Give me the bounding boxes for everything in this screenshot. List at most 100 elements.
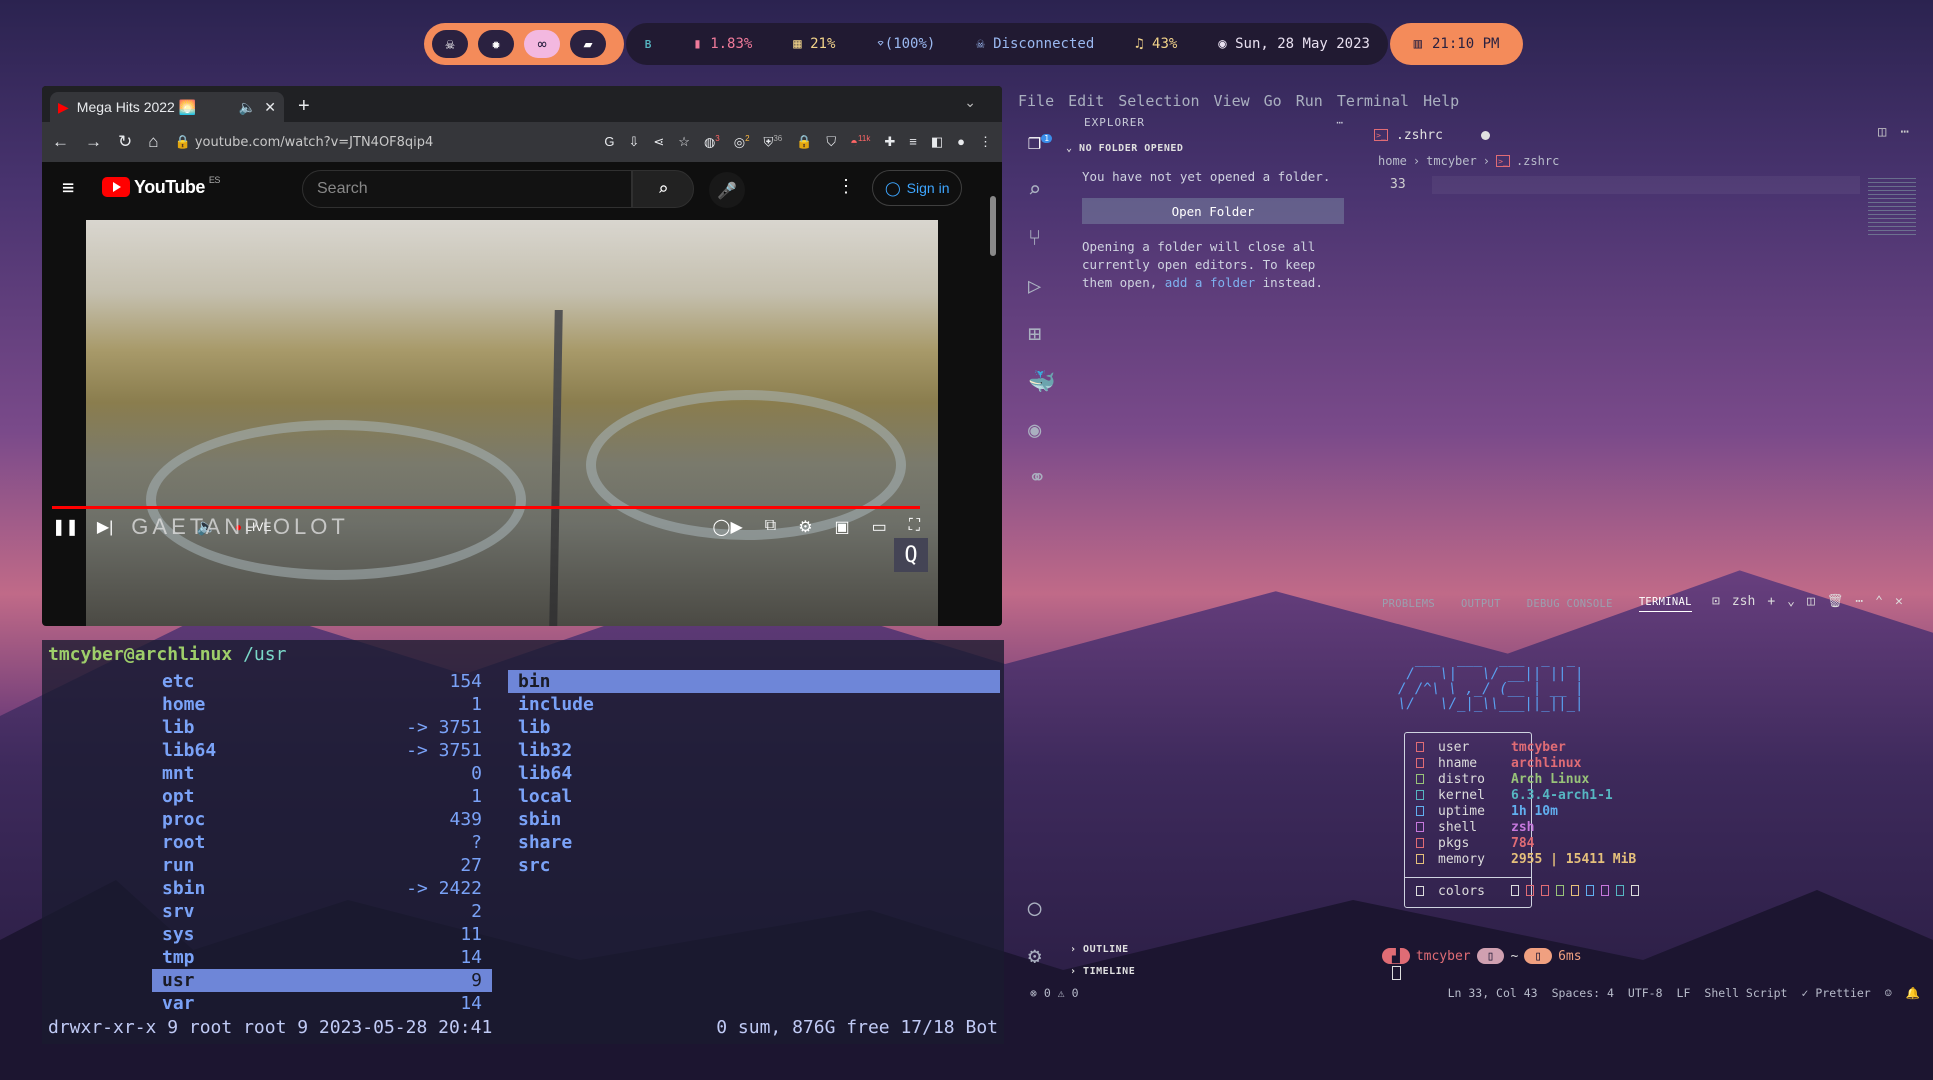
terminal-dropdown-icon[interactable]: ⌄: [1787, 594, 1795, 609]
ranger-dir-entry[interactable]: usr 9: [152, 969, 492, 992]
menu-item-terminal[interactable]: Terminal: [1337, 92, 1409, 110]
menu-item-run[interactable]: Run: [1296, 92, 1323, 110]
search-icon[interactable]: ⌕: [1028, 178, 1041, 203]
ranger-preview-entry[interactable]: bin: [508, 670, 1000, 693]
encoding[interactable]: UTF-8: [1628, 986, 1663, 1000]
editor-tab-zshrc[interactable]: >_ .zshrc: [1364, 128, 1500, 143]
ranger-dir-entry[interactable]: mnt 0: [152, 762, 492, 785]
menu-item-edit[interactable]: Edit: [1068, 92, 1104, 110]
autoplay-toggle-icon[interactable]: ◯▶: [713, 517, 743, 537]
breadcrumb-home[interactable]: home: [1378, 154, 1407, 168]
extension-2-icon[interactable]: ◎2: [734, 134, 750, 150]
split-editor-icon[interactable]: ◫: [1878, 124, 1886, 140]
unsaved-dot-icon[interactable]: [1480, 130, 1490, 140]
timeline-section[interactable]: › TIMELINE: [1070, 966, 1135, 977]
video-progress-bar[interactable]: [52, 506, 920, 509]
bluetooth-icon[interactable]: ʙ: [644, 36, 652, 52]
notifications-bell-icon[interactable]: 🔔: [1906, 986, 1920, 1000]
ranger-preview-entry[interactable]: lib32: [508, 739, 1000, 762]
extension-4-icon[interactable]: ◓11k: [850, 134, 870, 150]
breadcrumb-user[interactable]: tmcyber: [1426, 154, 1477, 168]
bookmark-star-icon[interactable]: ☆: [678, 134, 690, 150]
wifi-status[interactable]: ⌔(100%): [876, 36, 935, 52]
browser-tab[interactable]: ▶ Mega Hits 2022 🌅 🔈 ✕: [50, 92, 284, 122]
ranger-preview-entry[interactable]: sbin: [508, 808, 1000, 831]
files-icon[interactable]: ❐ 1: [1028, 130, 1053, 155]
panel-tab-terminal[interactable]: TERMINAL: [1638, 596, 1692, 612]
panel-tab-problems[interactable]: PROBLEMS: [1382, 598, 1435, 610]
share-icon[interactable]: ⋖: [653, 134, 664, 150]
minimap[interactable]: [1868, 178, 1916, 238]
ranger-dir-entry[interactable]: var 14: [152, 992, 492, 1015]
settings-dots-icon[interactable]: ⋮: [837, 176, 855, 197]
github-icon[interactable]: ◉: [1028, 418, 1041, 443]
ranger-dir-entry[interactable]: tmp 14: [152, 946, 492, 969]
language-mode[interactable]: Shell Script: [1704, 986, 1787, 1000]
workspace-3[interactable]: ∞: [524, 30, 560, 58]
shield-icon[interactable]: ⛉: [826, 134, 836, 150]
hamburger-menu-icon[interactable]: ≡: [62, 175, 74, 199]
reload-icon[interactable]: ↻: [118, 132, 132, 152]
account-icon[interactable]: ◯: [1028, 896, 1041, 921]
forward-icon[interactable]: →: [85, 132, 102, 152]
back-icon[interactable]: ←: [52, 132, 69, 152]
panel-tab-debug-console[interactable]: DEBUG CONSOLE: [1527, 598, 1613, 610]
split-terminal-icon[interactable]: ◫: [1807, 594, 1815, 609]
kill-terminal-icon[interactable]: 🗑: [1827, 594, 1844, 609]
ranger-dir-entry[interactable]: lib -> 3751: [152, 716, 492, 739]
open-folder-button[interactable]: Open Folder: [1082, 198, 1344, 224]
source-control-icon[interactable]: ⑂: [1028, 226, 1041, 251]
cursor-position[interactable]: Ln 33, Col 43: [1448, 986, 1538, 1000]
sidepanel-icon[interactable]: ◧: [931, 134, 943, 150]
volume-status[interactable]: ♫ 43%: [1135, 36, 1177, 52]
extension-1-icon[interactable]: ◍3: [704, 134, 720, 150]
profile-icon[interactable]: ●: [957, 134, 965, 150]
breadcrumb-file[interactable]: .zshrc: [1516, 154, 1559, 168]
vpn-status[interactable]: ☠ Disconnected: [976, 36, 1094, 52]
sign-in-button[interactable]: ◯ Sign in: [872, 170, 963, 206]
python-icon[interactable]: ⚭: [1028, 466, 1046, 491]
outline-section[interactable]: › OUTLINE: [1070, 944, 1129, 955]
docker-icon[interactable]: 🐳: [1028, 370, 1055, 395]
new-tab-button[interactable]: +: [298, 95, 310, 118]
close-panel-icon[interactable]: ✕: [1895, 594, 1903, 609]
ranger-dir-entry[interactable]: proc 439: [152, 808, 492, 831]
page-scrollbar[interactable]: [990, 196, 996, 256]
fullscreen-icon[interactable]: ⛶: [909, 517, 920, 537]
tab-close-icon[interactable]: ✕: [264, 99, 276, 116]
workspace-2[interactable]: ✹: [478, 30, 514, 58]
ublock-icon[interactable]: ⛨36: [764, 134, 783, 150]
manage-gear-icon[interactable]: ⚙: [1028, 944, 1041, 969]
menu-item-go[interactable]: Go: [1264, 92, 1282, 110]
google-icon[interactable]: G: [604, 134, 614, 150]
ranger-preview-entry[interactable]: local: [508, 785, 1000, 808]
ranger-preview-entry[interactable]: share: [508, 831, 1000, 854]
ranger-dir-entry[interactable]: home 1: [152, 693, 492, 716]
search-icon[interactable]: ⌕: [632, 170, 694, 208]
youtube-search-input[interactable]: Search: [302, 170, 632, 208]
youtube-logo[interactable]: YouTube ES: [102, 175, 220, 198]
ranger-preview-entry[interactable]: src: [508, 854, 1000, 877]
workspace-4[interactable]: ▰: [570, 30, 606, 58]
run-debug-icon[interactable]: ▷: [1028, 274, 1041, 299]
indentation[interactable]: Spaces: 4: [1552, 986, 1614, 1000]
ranger-terminal[interactable]: tmcyber@archlinux /usr etc 154 home 1 lib -> …: [42, 640, 1004, 1044]
ranger-dir-entry[interactable]: sbin -> 2422: [152, 877, 492, 900]
ranger-dir-entry[interactable]: etc 154: [152, 670, 492, 693]
home-icon[interactable]: ⌂: [148, 132, 158, 152]
new-terminal-icon[interactable]: +: [1767, 594, 1775, 609]
terminal-shell-name[interactable]: zsh: [1732, 594, 1755, 609]
no-folder-header[interactable]: ⌄ NO FOLDER OPENED: [1066, 143, 1348, 154]
panel-more-icon[interactable]: ⋯: [1855, 594, 1863, 609]
workspace-1[interactable]: ☠: [432, 30, 468, 58]
feedback-icon[interactable]: ☺: [1885, 986, 1892, 1000]
ranger-dir-entry[interactable]: root?: [152, 831, 492, 854]
ranger-dir-entry[interactable]: srv 2: [152, 900, 492, 923]
quality-icon[interactable]: Q: [894, 538, 928, 572]
install-icon[interactable]: ⇩: [628, 134, 639, 150]
editor-more-icon[interactable]: ⋯: [1900, 124, 1908, 140]
menu-item-help[interactable]: Help: [1423, 92, 1459, 110]
problems-status[interactable]: ⊗ 0 ⚠ 0: [1030, 986, 1079, 1000]
menu-item-file[interactable]: File: [1018, 92, 1054, 110]
microphone-icon[interactable]: 🎤: [709, 172, 745, 208]
